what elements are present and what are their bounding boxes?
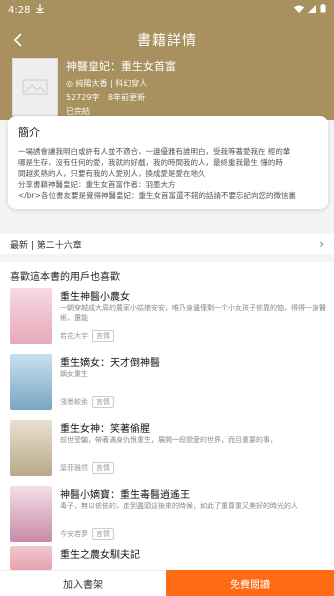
book-title: 神醫皇妃：重生女首富 — [66, 60, 176, 73]
battery-icon — [320, 4, 326, 16]
recommend-name: 神醫小嫡寶：重生毒醫逍遙王 — [60, 490, 190, 501]
recommend-desc: 嫡女重生 — [60, 370, 88, 378]
book-info: 神醫皇妃：重生女首富 ◎ 純陽大香 | 科幻穿人 52729字 8年前更新 已完… — [66, 58, 176, 120]
intro-line: 間越炙熱的人，只要有我的人愛別人，換成愛是愛在地久 — [18, 169, 206, 178]
recommend-author: 淺墨軟柔 — [60, 398, 88, 406]
recommend-desc: 一朝穿越成大周的農家小姑娘安安，唯乃身邊僅剩一个小女孩子依靠的恤，得得一身醫術，… — [60, 304, 326, 322]
signal-icon — [308, 4, 316, 16]
status-bar: 4:28 — [0, 0, 334, 20]
recommend-item[interactable]: 神醫小嫡寶：重生毒醫逍遙王 毒子，無以依依的，走到盡頭這後來的時候，如此了重尊重… — [10, 486, 326, 546]
intro-line: </br>各位書友要是覺得神醫皇妃：重生女首富還不錯的話請不要忘記向您的微信裏 — [18, 191, 296, 200]
book-updated: 8年前更新 — [108, 93, 146, 102]
recommend-item[interactable]: 重生神醫小農女 一朝穿越成大周的農家小姑娘安安，唯乃身邊僅剩一个小女孩子依靠的恤… — [10, 288, 326, 348]
recommend-author: 若花大宇 — [60, 332, 88, 340]
recommend-author: 今安若夢 — [60, 530, 88, 538]
recommend-cover — [10, 354, 52, 410]
recommend-cover — [10, 420, 52, 476]
wifi-icon — [294, 5, 304, 16]
recommend-cover — [10, 486, 52, 542]
intro-line: 分享書籍神醫皇妃：重生女首富作者：羽墨大方 — [18, 180, 176, 189]
intro-line: 哪是生存，沒有任何的愛，我就的好戲，我的時間我的人，最終重我最生 懂的時 — [18, 158, 283, 167]
book-author: 純陽大香 | 科幻穿人 — [75, 79, 148, 88]
recommend-tag: 言情 — [92, 396, 114, 408]
recommend-meta: 淺墨軟柔 言情 — [60, 396, 114, 408]
recommend-item[interactable]: 重生嫡女：天才倒神醫 嫡女重生 淺墨軟柔 言情 — [10, 354, 326, 414]
recommend-section: 喜歡這本書的用戶也喜歡 重生神醫小農女 一朝穿越成大周的農家小姑娘安安，唯乃身邊… — [0, 262, 334, 570]
recommend-tag: 言情 — [92, 330, 114, 342]
author-icon: ◎ — [66, 79, 73, 88]
recommend-desc: 毒子，無以依依的，走到盡頭這後來的時候，如此了重尊重又美好的時光的人 — [60, 502, 298, 510]
recommend-author: 葉菲雅然 — [60, 464, 88, 472]
recommend-heading: 喜歡這本書的用戶也喜歡 — [10, 272, 120, 283]
bottom-action-bar: 加入書架 免費閱讀 — [0, 570, 334, 596]
book-stats: 52729字 8年前更新 — [66, 92, 176, 103]
recommend-desc: 前世受騙，帶著滿身仇恨重生，展開一段戀愛的世界，而且重要的事， — [60, 436, 277, 444]
recommend-cover — [10, 288, 52, 344]
recommend-meta: 今安若夢 言情 — [60, 528, 114, 540]
top-bar: 書籍詳情 — [0, 20, 334, 60]
recommend-name: 重生神醫小農女 — [60, 292, 130, 303]
recommend-item[interactable]: 重生之農女馴夫記 — [10, 546, 326, 570]
latest-chapter-label: 最新 | 第二十六章 — [10, 240, 82, 251]
recommend-cover — [10, 546, 52, 570]
add-to-shelf-button[interactable]: 加入書架 — [0, 570, 166, 596]
recommend-meta: 葉菲雅然 言情 — [60, 462, 114, 474]
cover-placeholder-icon — [22, 79, 48, 95]
back-icon[interactable] — [8, 30, 28, 50]
book-words: 52729字 — [66, 93, 100, 102]
recommend-name: 重生之農女馴夫記 — [60, 550, 140, 561]
recommend-name: 重生女神：笑著偷腥 — [60, 424, 150, 435]
recommend-tag: 言情 — [92, 462, 114, 474]
recommend-item[interactable]: 重生女神：笑著偷腥 前世受騙，帶著滿身仇恨重生，展開一段戀愛的世界，而且重要的事… — [10, 420, 326, 480]
recommend-name: 重生嫡女：天才倒神醫 — [60, 358, 160, 369]
intro-card: 簡介 一場誘會讓我明白或許有人並不適合，一邊優雅有誰明白，受我等著愛我在 經的輩… — [8, 116, 328, 209]
status-time: 4:28 — [8, 4, 31, 16]
book-cover — [12, 58, 58, 116]
intro-line: 一場誘會讓我明白或許有人並不適合，一邊優雅有誰明白，受我等著愛我在 經的輩 — [18, 147, 291, 156]
latest-chapter-row[interactable]: 最新 | 第二十六章 › — [0, 234, 334, 254]
recommend-meta: 若花大宇 言情 — [60, 330, 114, 342]
recommend-tag: 言情 — [92, 528, 114, 540]
read-free-button[interactable]: 免費閱讀 — [166, 570, 334, 596]
download-icon — [36, 4, 45, 16]
chevron-right-icon: › — [319, 237, 324, 251]
book-author-line: ◎ 純陽大香 | 科幻穿人 — [66, 78, 176, 89]
intro-heading: 簡介 — [18, 126, 40, 139]
page-title: 書籍詳情 — [137, 33, 197, 49]
